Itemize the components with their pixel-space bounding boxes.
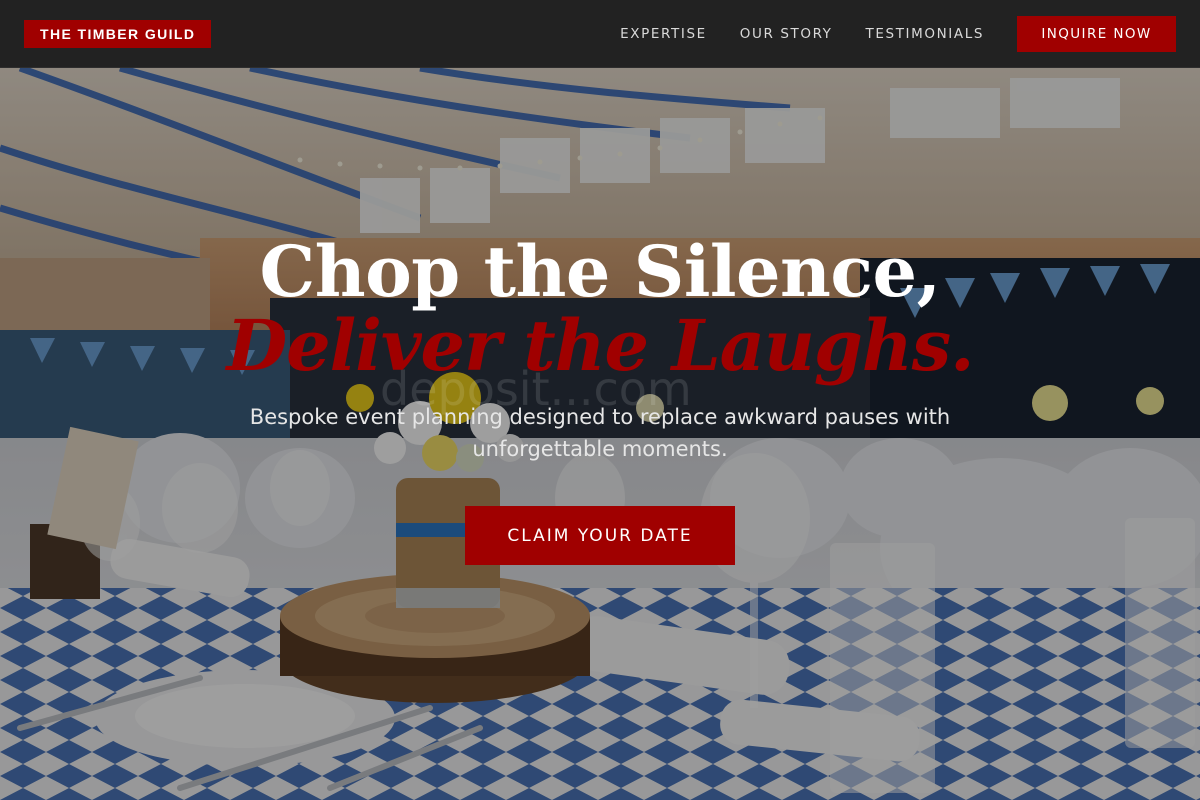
hero-subheadline: Bespoke event planning designed to repla… (249, 405, 951, 461)
hero-headline: Chop the Silence, (259, 230, 941, 313)
landing-page: THE TIMBER GUILD EXPERTISE OUR STORY TES… (0, 0, 1200, 800)
nav-links: EXPERTISE OUR STORY TESTIMONIALS (620, 26, 1017, 42)
inquire-now-button[interactable]: INQUIRE NOW (1017, 15, 1176, 52)
nav-link-our-story[interactable]: OUR STORY (740, 26, 833, 42)
top-navigation: THE TIMBER GUILD EXPERTISE OUR STORY TES… (0, 0, 1200, 68)
brand-logo[interactable]: THE TIMBER GUILD (24, 19, 212, 48)
nav-link-testimonials[interactable]: TESTIMONIALS (866, 26, 984, 42)
nav-link-expertise[interactable]: EXPERTISE (620, 26, 707, 42)
hero-headline-accent: Deliver the Laughs. (226, 304, 974, 387)
nav-right-group: EXPERTISE OUR STORY TESTIMONIALS INQUIRE… (620, 15, 1176, 52)
claim-your-date-button[interactable]: CLAIM YOUR DATE (465, 506, 735, 565)
